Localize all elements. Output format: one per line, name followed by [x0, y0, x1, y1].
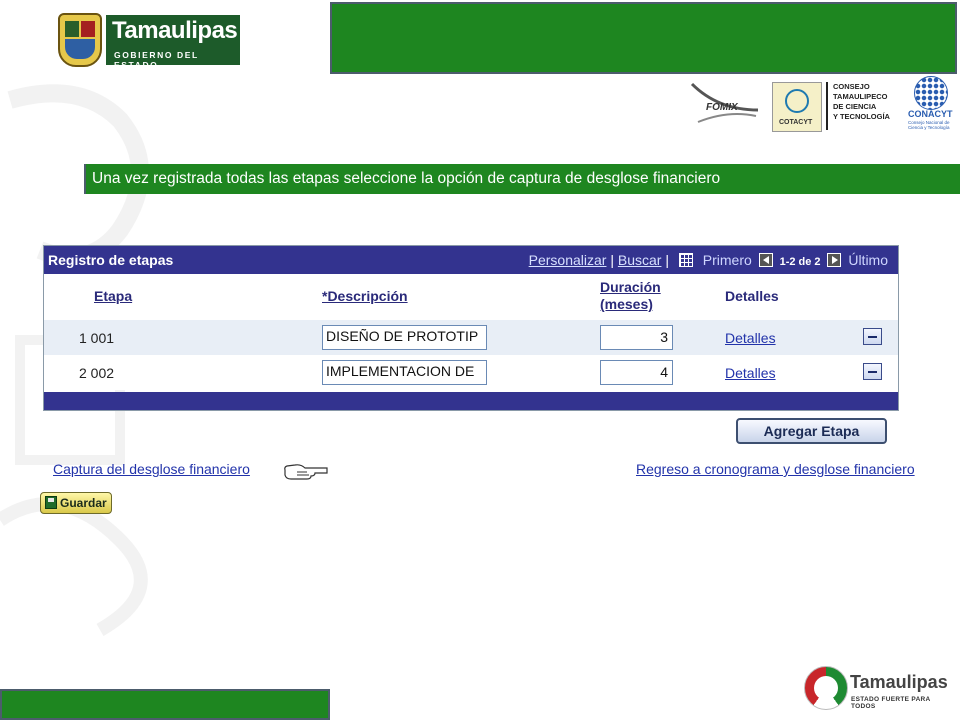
table-row: 1 001 DISEÑO DE PROTOTIP 3 Detalles: [44, 320, 898, 355]
etapa-cell: 2 002: [79, 365, 115, 381]
grid-header: Registro de etapas Personalizar | Buscar…: [44, 246, 898, 274]
conacyt-subtext: Consejo Nacional de Ciencia y Tecnología: [908, 120, 950, 130]
conacyt-text: CONACYT: [908, 109, 953, 119]
primero-label[interactable]: Primero: [703, 252, 752, 268]
fomix-logo: FOMIX: [688, 80, 760, 126]
tamaulipas-footer-logo: Tamaulipas ESTADO FUERTE PARA TODOS: [804, 666, 952, 716]
save-button[interactable]: Guardar: [40, 492, 112, 514]
cotacyt-text: COTACYT: [779, 119, 813, 126]
regreso-cronograma-link[interactable]: Regreso a cronograma y desglose financie…: [636, 461, 915, 477]
consejo-line: CONSEJO: [833, 82, 870, 91]
grid-title: Registro de etapas: [48, 252, 174, 268]
bottom-green-banner: [0, 689, 330, 720]
consejo-logo-text: CONSEJO TAMAULIPECO DE CIENCIA Y TECNOLO…: [826, 82, 898, 130]
add-stage-button[interactable]: Agregar Etapa: [736, 418, 887, 444]
pointing-hand-icon: [284, 464, 328, 480]
tricolor-circle-icon: [804, 666, 848, 710]
delete-row-icon[interactable]: [863, 328, 882, 345]
cotacyt-logo: COTACYT: [772, 82, 822, 132]
duracion-input[interactable]: 4: [600, 360, 673, 385]
tamaulipas-government-logo: Tamaulipas GOBIERNO DEL ESTADO: [58, 13, 242, 70]
column-header-descripcion[interactable]: *Descripción: [322, 288, 408, 304]
instruction-banner: Una vez registrada todas las etapas sele…: [84, 164, 960, 194]
separator: |: [610, 252, 614, 268]
duracion-header-line: (meses): [600, 296, 653, 312]
grid-navigation: Personalizar | Buscar | Primero 1-2 de 2…: [529, 252, 888, 268]
grid-view-icon[interactable]: [678, 253, 693, 267]
detalles-link[interactable]: Detalles: [725, 330, 776, 346]
conacyt-logo: CONACYT Consejo Nacional de Ciencia y Te…: [904, 76, 960, 132]
descripcion-input[interactable]: DISEÑO DE PROTOTIP: [322, 325, 487, 350]
conacyt-dots-icon: [914, 76, 948, 110]
duracion-input[interactable]: 3: [600, 325, 673, 350]
column-header-etapa[interactable]: Etapa: [94, 288, 132, 304]
captura-desglose-link[interactable]: Captura del desglose financiero: [53, 461, 250, 477]
save-label: Guardar: [60, 496, 107, 510]
logo-word: Tamaulipas: [112, 17, 238, 44]
sponsor-logos: FOMIX COTACYT CONSEJO TAMAULIPECO DE CIE…: [688, 76, 960, 136]
footer-slogan: ESTADO FUERTE PARA TODOS: [851, 696, 931, 710]
column-header-detalles: Detalles: [725, 288, 779, 304]
consejo-line: TAMAULIPECO: [833, 92, 888, 101]
logo-subtitle: GOBIERNO DEL ESTADO: [114, 50, 199, 70]
personalizar-link[interactable]: Personalizar: [529, 252, 607, 268]
buscar-link[interactable]: Buscar: [618, 252, 662, 268]
top-green-banner: [330, 2, 957, 74]
table-row: 2 002 IMPLEMENTACION DE 4 Detalles: [44, 355, 898, 390]
footer-logo-name: Tamaulipas: [850, 672, 948, 692]
consejo-line: Y TECNOLOGÍA: [833, 112, 890, 121]
row-count: 1-2 de 2: [779, 256, 821, 268]
coat-of-arms-icon: [58, 13, 102, 67]
descripcion-input[interactable]: IMPLEMENTACION DE: [322, 360, 487, 385]
separator: |: [665, 252, 669, 268]
column-header-duracion[interactable]: Duración (meses): [600, 279, 661, 313]
next-page-icon[interactable]: [827, 253, 842, 267]
ultimo-label[interactable]: Último: [848, 252, 888, 268]
previous-page-icon[interactable]: [758, 253, 773, 267]
detalles-link[interactable]: Detalles: [725, 365, 776, 381]
atom-icon: [785, 89, 809, 113]
fomix-text: FOMIX: [706, 102, 738, 113]
consejo-line: DE CIENCIA: [833, 102, 877, 111]
floppy-disk-icon: [45, 496, 57, 509]
stages-grid: Registro de etapas Personalizar | Buscar…: [43, 245, 899, 411]
duracion-header-line: Duración: [600, 279, 661, 295]
grid-footer: [44, 392, 898, 410]
etapa-cell: 1 001: [79, 330, 115, 346]
delete-row-icon[interactable]: [863, 363, 882, 380]
